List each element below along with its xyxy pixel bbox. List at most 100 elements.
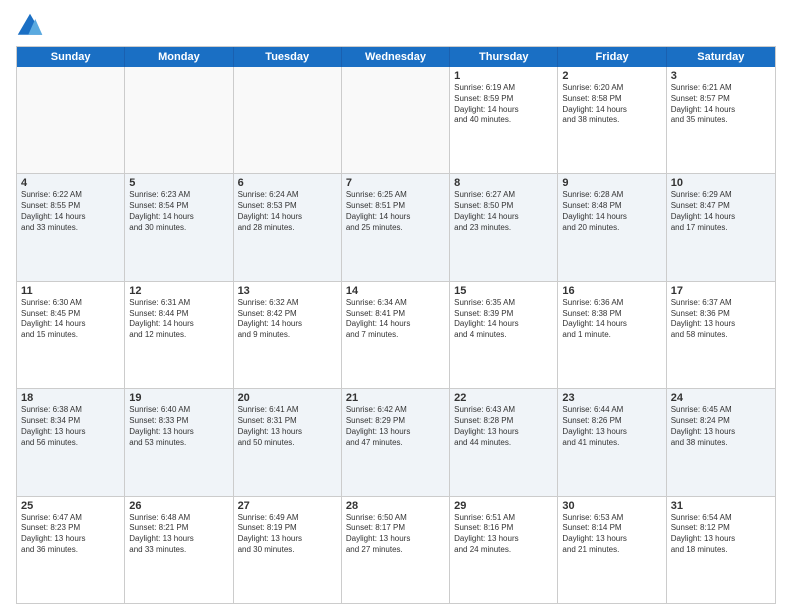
day-info: Sunrise: 6:27 AMSunset: 8:50 PMDaylight:… — [454, 190, 553, 233]
day-number: 7 — [346, 177, 445, 189]
day-info: Sunrise: 6:38 AMSunset: 8:34 PMDaylight:… — [21, 405, 120, 448]
day-info: Sunrise: 6:19 AMSunset: 8:59 PMDaylight:… — [454, 83, 553, 126]
day-cell-4: 4Sunrise: 6:22 AMSunset: 8:55 PMDaylight… — [17, 174, 125, 280]
day-cell-12: 12Sunrise: 6:31 AMSunset: 8:44 PMDayligh… — [125, 282, 233, 388]
day-number: 15 — [454, 285, 553, 297]
header-day-wednesday: Wednesday — [342, 47, 450, 67]
calendar-row-0: 1Sunrise: 6:19 AMSunset: 8:59 PMDaylight… — [17, 67, 775, 174]
day-cell-29: 29Sunrise: 6:51 AMSunset: 8:16 PMDayligh… — [450, 497, 558, 603]
day-cell-28: 28Sunrise: 6:50 AMSunset: 8:17 PMDayligh… — [342, 497, 450, 603]
day-number: 30 — [562, 500, 661, 512]
day-number: 19 — [129, 392, 228, 404]
day-cell-23: 23Sunrise: 6:44 AMSunset: 8:26 PMDayligh… — [558, 389, 666, 495]
day-info: Sunrise: 6:43 AMSunset: 8:28 PMDaylight:… — [454, 405, 553, 448]
day-info: Sunrise: 6:41 AMSunset: 8:31 PMDaylight:… — [238, 405, 337, 448]
day-info: Sunrise: 6:42 AMSunset: 8:29 PMDaylight:… — [346, 405, 445, 448]
day-number: 14 — [346, 285, 445, 297]
day-number: 22 — [454, 392, 553, 404]
day-number: 16 — [562, 285, 661, 297]
day-cell-20: 20Sunrise: 6:41 AMSunset: 8:31 PMDayligh… — [234, 389, 342, 495]
day-info: Sunrise: 6:45 AMSunset: 8:24 PMDaylight:… — [671, 405, 771, 448]
day-info: Sunrise: 6:36 AMSunset: 8:38 PMDaylight:… — [562, 298, 661, 341]
page: SundayMondayTuesdayWednesdayThursdayFrid… — [0, 0, 792, 612]
day-number: 25 — [21, 500, 120, 512]
calendar-body: 1Sunrise: 6:19 AMSunset: 8:59 PMDaylight… — [17, 67, 775, 603]
day-cell-14: 14Sunrise: 6:34 AMSunset: 8:41 PMDayligh… — [342, 282, 450, 388]
day-cell-31: 31Sunrise: 6:54 AMSunset: 8:12 PMDayligh… — [667, 497, 775, 603]
day-number: 23 — [562, 392, 661, 404]
header-day-thursday: Thursday — [450, 47, 558, 67]
header-day-friday: Friday — [558, 47, 666, 67]
day-info: Sunrise: 6:29 AMSunset: 8:47 PMDaylight:… — [671, 190, 771, 233]
day-number: 31 — [671, 500, 771, 512]
day-cell-9: 9Sunrise: 6:28 AMSunset: 8:48 PMDaylight… — [558, 174, 666, 280]
day-cell-7: 7Sunrise: 6:25 AMSunset: 8:51 PMDaylight… — [342, 174, 450, 280]
day-number: 10 — [671, 177, 771, 189]
day-cell-24: 24Sunrise: 6:45 AMSunset: 8:24 PMDayligh… — [667, 389, 775, 495]
day-cell-30: 30Sunrise: 6:53 AMSunset: 8:14 PMDayligh… — [558, 497, 666, 603]
day-number: 13 — [238, 285, 337, 297]
day-number: 1 — [454, 70, 553, 82]
day-info: Sunrise: 6:47 AMSunset: 8:23 PMDaylight:… — [21, 513, 120, 556]
day-info: Sunrise: 6:30 AMSunset: 8:45 PMDaylight:… — [21, 298, 120, 341]
day-cell-1: 1Sunrise: 6:19 AMSunset: 8:59 PMDaylight… — [450, 67, 558, 173]
header-day-monday: Monday — [125, 47, 233, 67]
day-info: Sunrise: 6:51 AMSunset: 8:16 PMDaylight:… — [454, 513, 553, 556]
day-number: 3 — [671, 70, 771, 82]
calendar-row-2: 11Sunrise: 6:30 AMSunset: 8:45 PMDayligh… — [17, 282, 775, 389]
day-cell-13: 13Sunrise: 6:32 AMSunset: 8:42 PMDayligh… — [234, 282, 342, 388]
empty-cell — [234, 67, 342, 173]
calendar-row-3: 18Sunrise: 6:38 AMSunset: 8:34 PMDayligh… — [17, 389, 775, 496]
day-cell-6: 6Sunrise: 6:24 AMSunset: 8:53 PMDaylight… — [234, 174, 342, 280]
day-cell-19: 19Sunrise: 6:40 AMSunset: 8:33 PMDayligh… — [125, 389, 233, 495]
day-cell-3: 3Sunrise: 6:21 AMSunset: 8:57 PMDaylight… — [667, 67, 775, 173]
day-number: 11 — [21, 285, 120, 297]
day-number: 29 — [454, 500, 553, 512]
day-number: 2 — [562, 70, 661, 82]
day-info: Sunrise: 6:53 AMSunset: 8:14 PMDaylight:… — [562, 513, 661, 556]
day-info: Sunrise: 6:23 AMSunset: 8:54 PMDaylight:… — [129, 190, 228, 233]
day-number: 20 — [238, 392, 337, 404]
day-number: 6 — [238, 177, 337, 189]
day-info: Sunrise: 6:40 AMSunset: 8:33 PMDaylight:… — [129, 405, 228, 448]
calendar-header: SundayMondayTuesdayWednesdayThursdayFrid… — [17, 47, 775, 67]
day-info: Sunrise: 6:21 AMSunset: 8:57 PMDaylight:… — [671, 83, 771, 126]
day-cell-11: 11Sunrise: 6:30 AMSunset: 8:45 PMDayligh… — [17, 282, 125, 388]
day-info: Sunrise: 6:31 AMSunset: 8:44 PMDaylight:… — [129, 298, 228, 341]
day-info: Sunrise: 6:44 AMSunset: 8:26 PMDaylight:… — [562, 405, 661, 448]
header-day-saturday: Saturday — [667, 47, 775, 67]
day-cell-2: 2Sunrise: 6:20 AMSunset: 8:58 PMDaylight… — [558, 67, 666, 173]
day-info: Sunrise: 6:25 AMSunset: 8:51 PMDaylight:… — [346, 190, 445, 233]
day-number: 26 — [129, 500, 228, 512]
day-cell-18: 18Sunrise: 6:38 AMSunset: 8:34 PMDayligh… — [17, 389, 125, 495]
empty-cell — [342, 67, 450, 173]
day-number: 4 — [21, 177, 120, 189]
day-cell-16: 16Sunrise: 6:36 AMSunset: 8:38 PMDayligh… — [558, 282, 666, 388]
calendar-row-1: 4Sunrise: 6:22 AMSunset: 8:55 PMDaylight… — [17, 174, 775, 281]
day-number: 28 — [346, 500, 445, 512]
day-info: Sunrise: 6:32 AMSunset: 8:42 PMDaylight:… — [238, 298, 337, 341]
day-info: Sunrise: 6:37 AMSunset: 8:36 PMDaylight:… — [671, 298, 771, 341]
empty-cell — [125, 67, 233, 173]
day-cell-27: 27Sunrise: 6:49 AMSunset: 8:19 PMDayligh… — [234, 497, 342, 603]
day-info: Sunrise: 6:34 AMSunset: 8:41 PMDaylight:… — [346, 298, 445, 341]
day-number: 8 — [454, 177, 553, 189]
day-info: Sunrise: 6:22 AMSunset: 8:55 PMDaylight:… — [21, 190, 120, 233]
day-cell-17: 17Sunrise: 6:37 AMSunset: 8:36 PMDayligh… — [667, 282, 775, 388]
header — [16, 12, 776, 40]
day-cell-15: 15Sunrise: 6:35 AMSunset: 8:39 PMDayligh… — [450, 282, 558, 388]
calendar: SundayMondayTuesdayWednesdayThursdayFrid… — [16, 46, 776, 604]
day-info: Sunrise: 6:50 AMSunset: 8:17 PMDaylight:… — [346, 513, 445, 556]
day-number: 12 — [129, 285, 228, 297]
day-info: Sunrise: 6:54 AMSunset: 8:12 PMDaylight:… — [671, 513, 771, 556]
empty-cell — [17, 67, 125, 173]
day-cell-26: 26Sunrise: 6:48 AMSunset: 8:21 PMDayligh… — [125, 497, 233, 603]
day-number: 21 — [346, 392, 445, 404]
day-cell-21: 21Sunrise: 6:42 AMSunset: 8:29 PMDayligh… — [342, 389, 450, 495]
day-info: Sunrise: 6:49 AMSunset: 8:19 PMDaylight:… — [238, 513, 337, 556]
day-number: 27 — [238, 500, 337, 512]
day-cell-10: 10Sunrise: 6:29 AMSunset: 8:47 PMDayligh… — [667, 174, 775, 280]
day-number: 9 — [562, 177, 661, 189]
day-cell-25: 25Sunrise: 6:47 AMSunset: 8:23 PMDayligh… — [17, 497, 125, 603]
calendar-row-4: 25Sunrise: 6:47 AMSunset: 8:23 PMDayligh… — [17, 497, 775, 603]
